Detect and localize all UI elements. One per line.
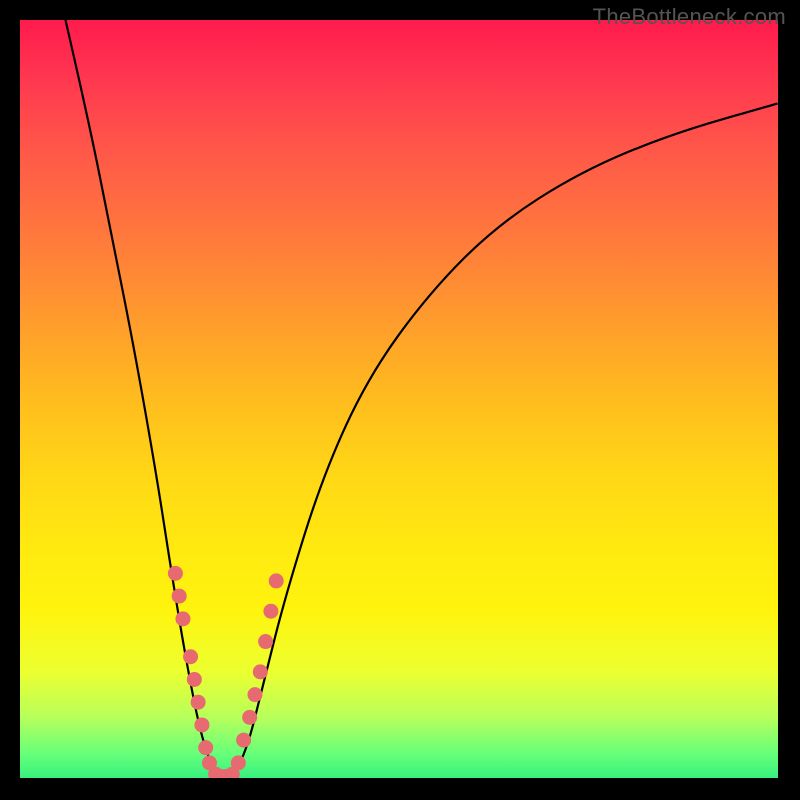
marker-point (183, 649, 198, 664)
marker-point (187, 672, 202, 687)
marker-point (231, 755, 246, 770)
markers-group (168, 566, 284, 778)
marker-point (172, 589, 187, 604)
marker-point (263, 604, 278, 619)
marker-point (242, 710, 257, 725)
plot-area (20, 20, 778, 778)
marker-point (198, 740, 213, 755)
curve-svg (20, 20, 778, 778)
chart-frame: TheBottleneck.com (0, 0, 800, 800)
marker-point (236, 733, 251, 748)
marker-point (253, 664, 268, 679)
marker-point (191, 695, 206, 710)
marker-point (247, 687, 262, 702)
marker-point (258, 634, 273, 649)
marker-point (269, 573, 284, 588)
marker-point (168, 566, 183, 581)
bottleneck-curve (65, 20, 778, 778)
marker-point (175, 611, 190, 626)
marker-point (194, 717, 209, 732)
